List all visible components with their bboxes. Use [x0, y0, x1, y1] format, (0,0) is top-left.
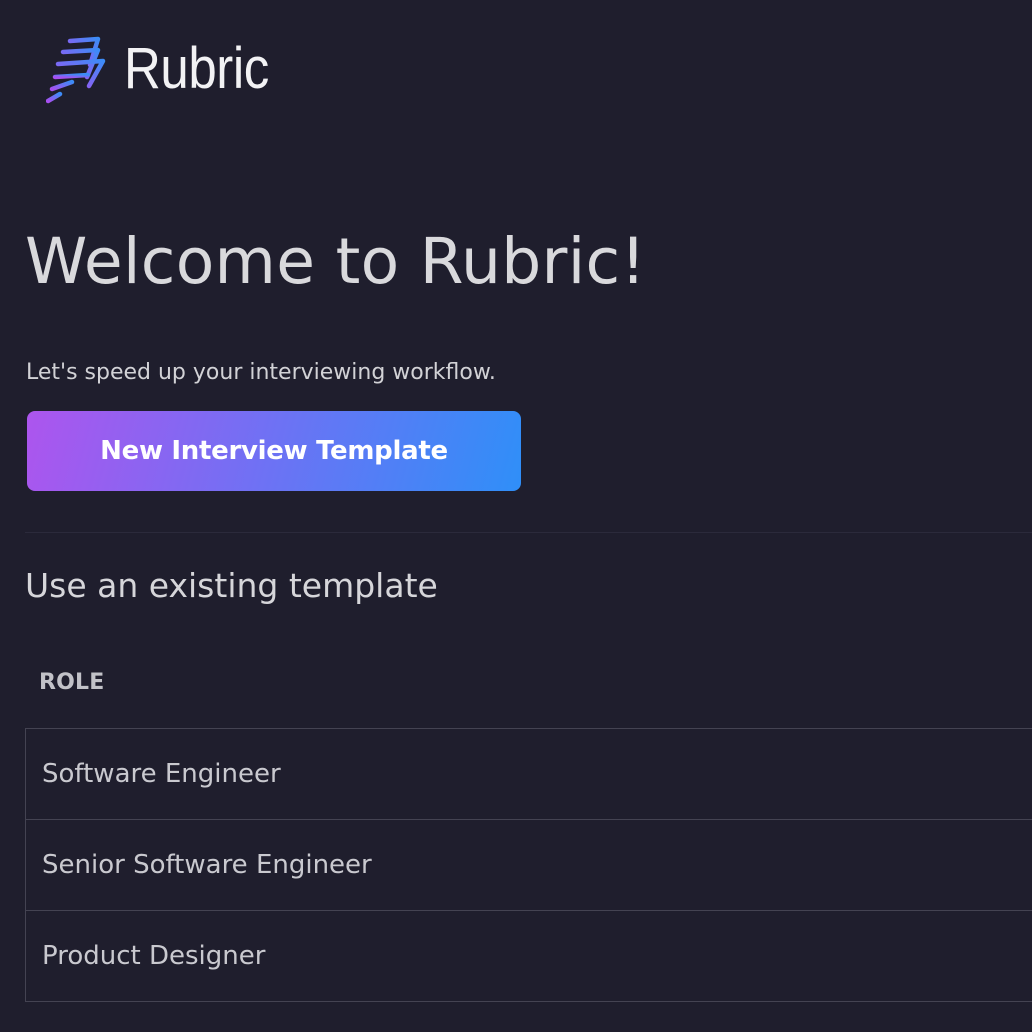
table-row[interactable]: Senior Software Engineer: [26, 820, 1032, 911]
new-interview-template-button[interactable]: New Interview Template: [27, 411, 521, 491]
role-column-header: ROLE: [39, 670, 105, 695]
templates-table: Software Engineer Senior Software Engine…: [25, 728, 1032, 1002]
role-cell: Software Engineer: [42, 759, 281, 789]
rubric-logo-icon: [46, 36, 106, 104]
page-subtitle: Let's speed up your interviewing workflo…: [26, 360, 496, 385]
table-row[interactable]: Software Engineer: [26, 729, 1032, 820]
section-divider: [25, 532, 1032, 533]
existing-templates-title: Use an existing template: [25, 566, 438, 605]
role-cell: Senior Software Engineer: [42, 850, 372, 880]
role-cell: Product Designer: [42, 941, 266, 971]
app-root: Rubric Welcome to Rubric! Let's speed up…: [0, 0, 1032, 1032]
brand-name: Rubric: [124, 36, 269, 101]
table-row[interactable]: Product Designer: [26, 911, 1032, 1002]
page-title: Welcome to Rubric!: [25, 225, 647, 298]
brand-header[interactable]: Rubric: [46, 32, 289, 106]
